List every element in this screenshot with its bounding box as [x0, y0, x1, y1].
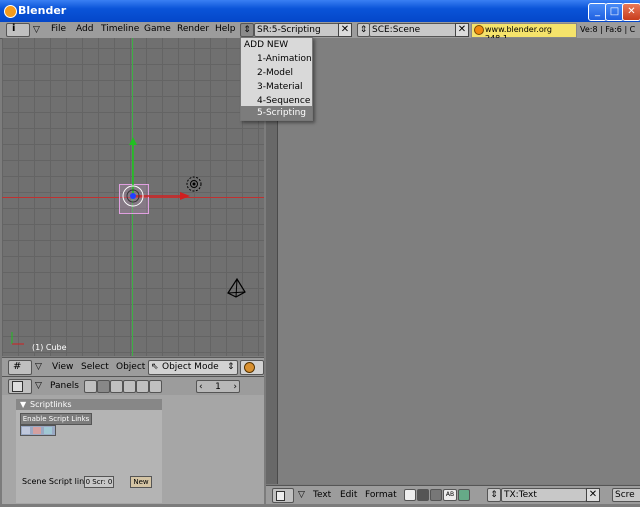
- editor-type-text-button[interactable]: [272, 488, 294, 503]
- info-icon: i: [12, 23, 16, 34]
- 3d-view-header: # ▽ View Select Object ⇖ Object Mode ⇕: [2, 357, 264, 376]
- fullscreen-toggle-icon[interactable]: [404, 489, 416, 501]
- dropdown-arrows-icon: ⇕: [227, 362, 235, 372]
- scriptlink-type-buttons[interactable]: [20, 425, 56, 436]
- delete-screen-button[interactable]: ✕: [338, 23, 352, 37]
- enable-script-links-button[interactable]: Enable Script Links: [20, 413, 92, 425]
- menu-view[interactable]: View: [52, 362, 73, 372]
- window-title: Blender: [18, 4, 67, 17]
- object-link-icon[interactable]: [22, 427, 30, 434]
- frame-increment-icon[interactable]: ›: [233, 381, 237, 393]
- menu-edit[interactable]: Edit: [340, 490, 357, 500]
- mode-icon: ⇖: [151, 362, 159, 372]
- frame-number: 1: [215, 382, 221, 392]
- view-axes-icon: [11, 332, 24, 345]
- editor-type-3dview-button[interactable]: #: [8, 360, 32, 375]
- collapse-menus-icon[interactable]: ▽: [35, 362, 42, 372]
- screen-name-field[interactable]: SR:5-Scripting: [254, 23, 340, 37]
- blender-site-link[interactable]: www.blender.org 248.1: [471, 23, 577, 43]
- menu-format[interactable]: Format: [365, 490, 397, 500]
- screen-item-animation[interactable]: 1-Animation: [241, 52, 312, 66]
- buttons-window: ▽ Panels ‹ 1 › ▼ Scriptlinks Enable Scri…: [2, 376, 264, 504]
- buttons-header: ▽ Panels ‹ 1 ›: [2, 377, 264, 395]
- menu-object[interactable]: Object: [116, 362, 145, 372]
- grid-icon: #: [13, 361, 22, 372]
- info-header: i ▽ File Add Timeline Game Render Help ⇕…: [0, 22, 640, 43]
- solid-sphere-icon: [244, 362, 255, 373]
- close-window-button[interactable]: ✕: [622, 3, 640, 21]
- text-name-field[interactable]: TX:Text: [501, 488, 587, 502]
- delete-scene-button[interactable]: ✕: [455, 23, 469, 37]
- scene-script-link-label: Scene Script link: [22, 477, 89, 486]
- frame-number-field[interactable]: ‹ 1 ›: [196, 380, 240, 393]
- text-editor-icon: [276, 491, 285, 501]
- editor-type-info-button[interactable]: i: [6, 23, 30, 37]
- material-link-icon[interactable]: [33, 427, 41, 434]
- syntax-highlight-toggle-icon[interactable]: AB: [443, 489, 457, 501]
- text-editor-header: ▽ Text Edit Format AB ⇕ TX:Text ✕ Scre: [266, 485, 640, 504]
- scriptlinks-panel: ▼ Scriptlinks Enable Script Links Scene …: [16, 399, 162, 503]
- world-link-icon[interactable]: [44, 427, 52, 434]
- object-origin-dot: [130, 193, 136, 199]
- collapse-menus-icon[interactable]: ▽: [298, 490, 305, 500]
- screen-browse-button[interactable]: ⇕: [240, 23, 254, 37]
- camera-icon[interactable]: [224, 276, 248, 300]
- object-context-icon[interactable]: [123, 380, 136, 393]
- scene-context-icon[interactable]: [149, 380, 162, 393]
- screen-dropdown-menu: ADD NEW 1-Animation 2-Model 3-Material 4…: [240, 37, 313, 121]
- menu-add[interactable]: Add: [76, 24, 93, 34]
- text-editor-area[interactable]: [266, 38, 640, 484]
- scene-name-field[interactable]: SCE:Scene: [369, 23, 457, 37]
- add-new-screen-item[interactable]: ADD NEW: [241, 38, 312, 52]
- menu-text[interactable]: Text: [313, 490, 331, 500]
- scriptlinks-panel-title: Scriptlinks: [30, 400, 72, 409]
- text-browse-button[interactable]: ⇕: [487, 488, 501, 502]
- menu-game[interactable]: Game: [144, 24, 171, 34]
- editor-type-buttons-button[interactable]: [8, 379, 32, 394]
- menu-help[interactable]: Help: [215, 24, 236, 34]
- object-mode-select[interactable]: ⇖ Object Mode ⇕: [148, 360, 238, 375]
- menu-render[interactable]: Render: [177, 24, 209, 34]
- script-context-icon[interactable]: [97, 380, 110, 393]
- window-titlebar: Blender _ □ ✕: [0, 0, 640, 22]
- screen-font-field[interactable]: Scre: [612, 488, 640, 502]
- new-scriptlink-button[interactable]: New: [130, 476, 152, 488]
- scriptlinks-panel-header[interactable]: ▼ Scriptlinks: [16, 399, 162, 410]
- plugins-toggle-icon[interactable]: [458, 489, 470, 501]
- menu-file[interactable]: File: [51, 24, 66, 34]
- manipulator-y-head: [129, 137, 137, 145]
- buttons-window-icon: [12, 381, 23, 392]
- line-numbers-toggle-icon[interactable]: [417, 489, 429, 501]
- object-mode-label: Object Mode: [162, 362, 219, 372]
- frame-decrement-icon[interactable]: ‹: [199, 381, 203, 393]
- text-toggle-buttons: AB: [404, 489, 472, 501]
- transform-manipulator[interactable]: [102, 128, 212, 218]
- unlink-text-button[interactable]: ✕: [586, 488, 600, 502]
- collapse-menus-icon[interactable]: ▽: [33, 25, 40, 35]
- active-object-label: (1) Cube: [32, 343, 67, 352]
- editing-context-icon[interactable]: [136, 380, 149, 393]
- blender-app-icon: [4, 5, 17, 18]
- menu-select[interactable]: Select: [81, 362, 109, 372]
- collapse-menus-icon[interactable]: ▽: [35, 381, 42, 391]
- panels-label: Panels: [50, 381, 79, 391]
- scene-stats: Ve:8 | Fa:6 | C: [580, 25, 636, 34]
- menu-timeline[interactable]: Timeline: [101, 24, 139, 34]
- collapse-triangle-icon[interactable]: ▼: [20, 399, 26, 410]
- screen-item-material[interactable]: 3-Material: [241, 80, 312, 94]
- context-buttons: [84, 380, 170, 393]
- word-wrap-toggle-icon[interactable]: [430, 489, 442, 501]
- shading-context-icon[interactable]: [110, 380, 123, 393]
- script-counter[interactable]: 0 Scr: 0: [84, 476, 114, 488]
- screen-item-scripting[interactable]: 5-Scripting: [241, 106, 312, 120]
- blender-logo-icon: [474, 25, 484, 35]
- lamp-icon[interactable]: [184, 174, 204, 194]
- logic-context-icon[interactable]: [84, 380, 97, 393]
- screen-item-model[interactable]: 2-Model: [241, 66, 312, 80]
- draw-type-button[interactable]: [240, 360, 264, 375]
- 3d-viewport[interactable]: (1) Cube: [2, 38, 264, 356]
